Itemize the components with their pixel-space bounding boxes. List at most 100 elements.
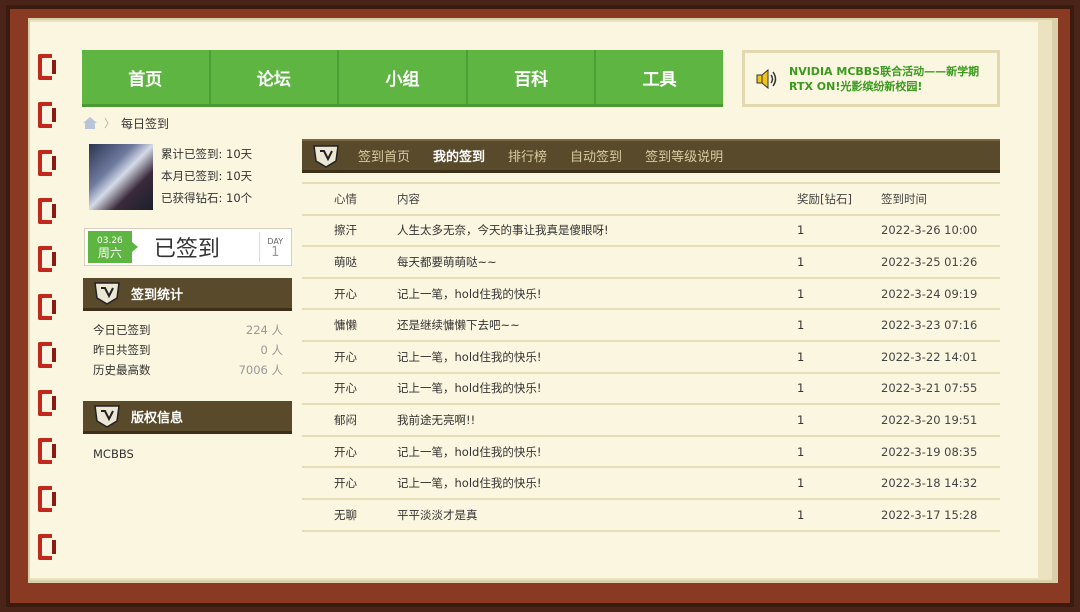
stats-title: 签到统计 (131, 287, 184, 303)
reward-cell: 1 (797, 286, 805, 301)
reward-cell: 1 (797, 318, 805, 333)
day-number: 1 (271, 245, 280, 260)
time-cell: 2022-3-21 07:55 (881, 381, 978, 396)
content-cell: 每天都要萌萌哒~~ (397, 254, 497, 269)
profile-stats: 累计已签到: 10天 本月已签到: 10天 已获得钻石: 10个 (161, 144, 252, 210)
announcement-text: NVIDIA MCBBS联合活动——新学期 RTX ON!光影缤纷新校园! (789, 64, 980, 93)
home-icon[interactable] (82, 116, 98, 130)
mood-cell: 萌哒 (334, 254, 357, 269)
date-badge: 03.26 周六 (88, 231, 138, 263)
time-cell: 2022-3-19 08:35 (881, 444, 978, 459)
content-cell: 记上一笔，hold住我的快乐! (397, 349, 542, 364)
spiral-binding (34, 40, 58, 580)
mood-cell: 郁闷 (334, 412, 357, 427)
time-cell: 2022-3-20 19:51 (881, 412, 978, 427)
table-row: 萌哒 每天都要萌萌哒~~ 1 2022-3-25 01:26 (302, 247, 1000, 279)
table-row: 开心 记上一笔，hold住我的快乐! 1 2022-3-21 07:55 (302, 374, 1000, 406)
sign-tabs: 签到首页 我的签到 排行榜 自动签到 签到等级说明 (302, 139, 1000, 173)
reward-cell: 1 (797, 412, 805, 427)
mood-cell: 慵懒 (334, 318, 357, 333)
table-header: 心情 内容 奖励[钻石] 签到时间 (302, 184, 1000, 216)
reward-cell: 1 (797, 223, 805, 238)
column-header: 签到时间 (881, 191, 927, 206)
content-cell: 记上一笔，hold住我的快乐! (397, 381, 542, 396)
time-cell: 2022-3-22 14:01 (881, 349, 978, 364)
list-item: 历史最高数 7006 人 (93, 363, 283, 377)
reward-cell: 1 (797, 444, 805, 459)
content-cell: 记上一笔，hold住我的快乐! (397, 476, 542, 491)
mcbbs-badge-icon (94, 405, 120, 428)
mcbbs-badge-icon (313, 144, 339, 168)
column-header: 奖励[钻石] (797, 191, 852, 206)
mood-cell: 无聊 (334, 507, 357, 522)
table-row: 慵懒 还是继续慵懒下去吧~~ 1 2022-3-23 07:16 (302, 310, 1000, 342)
tab-sign-home[interactable]: 签到首页 (358, 146, 410, 165)
table-row: 开心 记上一笔，hold住我的快乐! 1 2022-3-22 14:01 (302, 342, 1000, 374)
time-cell: 2022-3-17 15:28 (881, 507, 978, 522)
content-cell: 还是继续慵懒下去吧~~ (397, 318, 520, 333)
list-item: 今日已签到 224 人 (93, 323, 283, 337)
time-cell: 2022-3-24 09:19 (881, 286, 978, 301)
mood-cell: 开心 (334, 349, 357, 364)
nav-item-wiki[interactable]: 百科 (468, 50, 597, 104)
reward-cell: 1 (797, 476, 805, 491)
nav-item-forum[interactable]: 论坛 (211, 50, 340, 104)
table-row: 开心 记上一笔，hold住我的快乐! 1 2022-3-24 09:19 (302, 279, 1000, 311)
mood-cell: 开心 (334, 476, 357, 491)
list-item: 昨日共签到 0 人 (93, 343, 283, 357)
mood-cell: 开心 (334, 381, 357, 396)
time-cell: 2022-3-23 07:16 (881, 318, 978, 333)
nav-item-home[interactable]: 首页 (82, 50, 211, 104)
copyright-header: 版权信息 (83, 401, 292, 434)
time-cell: 2022-3-18 14:32 (881, 476, 978, 491)
nav-item-tools[interactable]: 工具 (596, 50, 723, 104)
day-counter: DAY 1 (258, 232, 291, 262)
nav-item-group[interactable]: 小组 (339, 50, 468, 104)
content-cell: 记上一笔，hold住我的快乐! (397, 444, 542, 459)
sign-weekday: 周六 (97, 246, 122, 260)
tab-level-info[interactable]: 签到等级说明 (645, 146, 723, 165)
table-row: 无聊 平平淡淡才是真 1 2022-3-17 15:28 (302, 500, 1000, 532)
content-cell: 记上一笔，hold住我的快乐! (397, 286, 542, 301)
breadcrumb-current[interactable]: 每日签到 (121, 115, 169, 132)
tab-leaderboard[interactable]: 排行榜 (508, 146, 547, 165)
content-cell: 我前途无亮啊!! (397, 412, 476, 427)
table-row: 郁闷 我前途无亮啊!! 1 2022-3-20 19:51 (302, 405, 1000, 437)
sign-status-box: 03.26 周六 已签到 DAY 1 (84, 228, 292, 266)
copyright-text: MCBBS (93, 447, 134, 461)
sign-history-table: 心情 内容 奖励[钻石] 签到时间 擦汗 人生太多无奈，今天的事让我真是傻眼呀! 1… (302, 182, 1000, 532)
total-signed: 累计已签到: 10天 (161, 147, 253, 161)
main-nav: 首页 论坛 小组 百科 工具 (82, 50, 723, 107)
reward-cell: 1 (797, 254, 805, 269)
reward-cell: 1 (797, 381, 805, 396)
content-cell: 人生太多无奈，今天的事让我真是傻眼呀! (397, 223, 609, 238)
stats-list: 今日已签到 224 人 昨日共签到 0 人 历史最高数 7006 人 (93, 320, 283, 380)
tab-auto-sign[interactable]: 自动签到 (570, 146, 622, 165)
announcement-banner[interactable]: NVIDIA MCBBS联合活动——新学期 RTX ON!光影缤纷新校园! (742, 50, 1000, 107)
copyright-title: 版权信息 (131, 410, 184, 426)
breadcrumb: 〉 每日签到 (82, 114, 169, 132)
content-cell: 平平淡淡才是真 (397, 507, 478, 522)
sign-status: 已签到 (153, 237, 220, 262)
reward-cell: 1 (797, 349, 805, 364)
table-row: 开心 记上一笔，hold住我的快乐! 1 2022-3-18 14:32 (302, 468, 1000, 500)
speaker-icon (756, 68, 777, 89)
month-signed: 本月已签到: 10天 (161, 169, 253, 183)
mcbbs-badge-icon (94, 282, 120, 305)
time-cell: 2022-3-26 10:00 (881, 223, 978, 238)
mood-cell: 擦汗 (334, 223, 357, 238)
mood-cell: 开心 (334, 286, 357, 301)
column-header: 心情 (334, 191, 357, 206)
tab-my-signs[interactable]: 我的签到 (433, 146, 485, 165)
avatar[interactable] (89, 144, 153, 210)
copyright-body: MCBBS (93, 444, 283, 464)
time-cell: 2022-3-25 01:26 (881, 254, 978, 269)
stats-header: 签到统计 (83, 278, 292, 311)
column-header: 内容 (397, 191, 420, 206)
reward-cell: 1 (797, 507, 805, 522)
table-row: 开心 记上一笔，hold住我的快乐! 1 2022-3-19 08:35 (302, 437, 1000, 469)
mood-cell: 开心 (334, 444, 357, 459)
table-row: 擦汗 人生太多无奈，今天的事让我真是傻眼呀! 1 2022-3-26 10:00 (302, 216, 1000, 248)
breadcrumb-separator: 〉 (104, 117, 115, 130)
diamonds-earned: 已获得钻石: 10个 (161, 191, 253, 205)
